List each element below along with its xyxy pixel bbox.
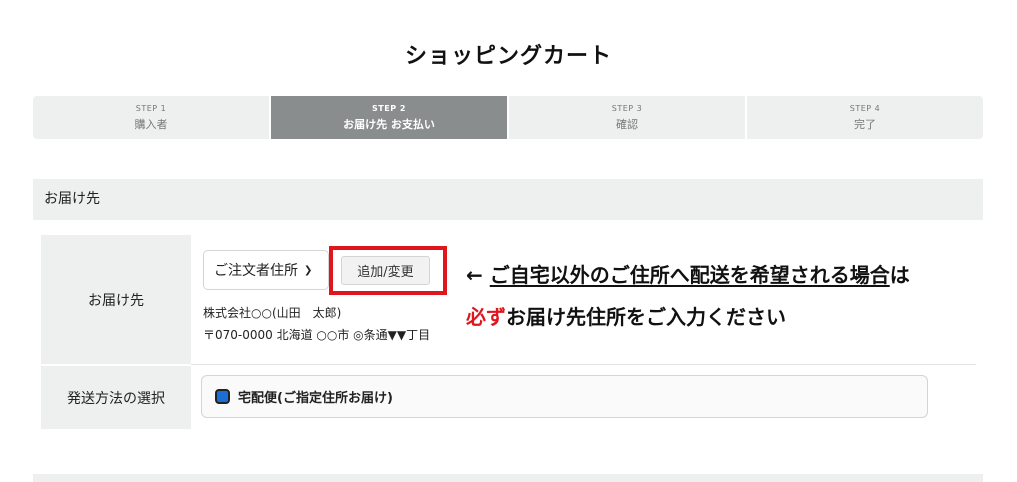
page-title: ショッピングカート — [404, 44, 612, 69]
left-arrow-icon: ← — [466, 263, 483, 287]
step-label: 完了 — [854, 117, 876, 131]
annotation-tail: は — [889, 263, 910, 287]
step-label: 確認 — [616, 117, 638, 131]
section-heading: お届け先 — [33, 179, 983, 220]
address-select[interactable]: ご注文者住所 ❯ — [203, 250, 329, 290]
add-change-button[interactable]: 追加/変更 — [341, 256, 430, 285]
checkout-steps: STEP 1 購入者 STEP 2 お届け先 お支払い STEP 3 確認 ST… — [33, 96, 983, 139]
address-name: 株式会社○○(山田 太郎) — [203, 306, 342, 320]
radio-selected-icon[interactable] — [215, 389, 230, 404]
chevron-down-icon: ❯ — [304, 264, 313, 276]
step-number: STEP 4 — [849, 103, 881, 113]
step-3: STEP 3 確認 — [509, 96, 747, 139]
address-detail: 〒070-0000 北海道 ○○市 ◎条通▼▼丁目 — [203, 328, 431, 342]
row-divider — [191, 364, 976, 365]
annotation-underlined: ご自宅以外のご住所へ配送を希望される場合 — [489, 263, 890, 287]
annotation-line-1: ← ご自宅以外のご住所へ配送を希望される場合は — [466, 259, 910, 288]
step-number: STEP 2 — [372, 103, 406, 113]
step-label: 購入者 — [134, 117, 168, 131]
annotation-emphasis: 必ず — [466, 305, 506, 329]
step-1: STEP 1 購入者 — [33, 96, 271, 139]
step-label: お届け先 お支払い — [343, 117, 435, 131]
step-4: STEP 4 完了 — [747, 96, 983, 139]
annotation-rest: お届け先住所をご入力ください — [506, 305, 786, 329]
step-number: STEP 1 — [135, 103, 167, 113]
shipping-option[interactable]: 宅配便(ご指定住所お届け) — [201, 375, 928, 418]
step-number: STEP 3 — [611, 103, 643, 113]
step-2: STEP 2 お届け先 お支払い — [271, 96, 509, 139]
shipping-method-label: 発送方法の選択 — [41, 366, 191, 429]
address-select-value: ご注文者住所 — [214, 263, 298, 279]
annotation-line-2: 必ずお届け先住所をご入力ください — [466, 301, 786, 330]
shipping-option-label: 宅配便(ご指定住所お届け) — [238, 391, 393, 406]
delivery-label: お届け先 — [41, 235, 191, 364]
next-section-bar — [33, 474, 983, 482]
